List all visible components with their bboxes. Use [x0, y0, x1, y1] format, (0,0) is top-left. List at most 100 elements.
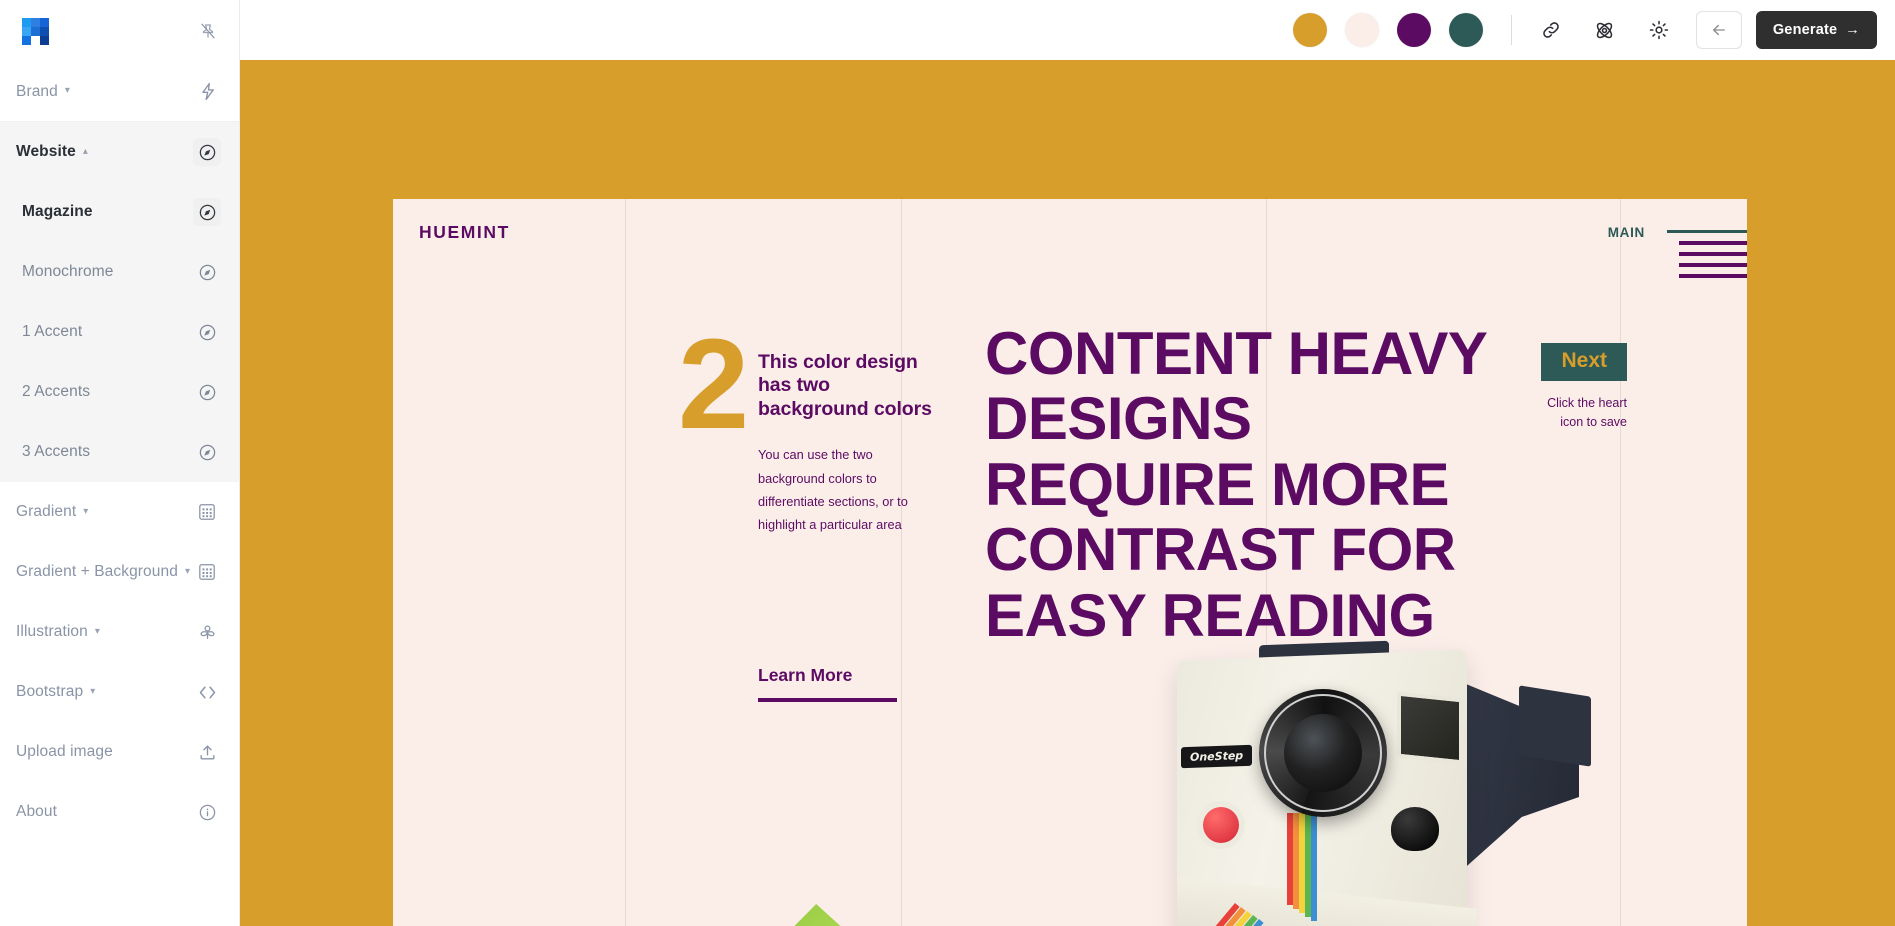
column-line [625, 199, 626, 926]
sidebar-item-gradient[interactable]: Gradient ▾ [0, 482, 239, 542]
gradient-grid-icon [193, 558, 221, 586]
swatch-teal[interactable] [1448, 13, 1483, 47]
huemint-logo[interactable] [20, 14, 54, 48]
chevron-down-icon: ▾ [94, 625, 100, 637]
chevron-down-icon: ▾ [90, 685, 96, 697]
back-button[interactable] [1695, 11, 1742, 49]
compass-icon [193, 438, 221, 466]
sidebar-item-website[interactable]: Website ▴ [0, 122, 239, 182]
flower-icon [193, 618, 221, 646]
sidebar-group-website: Website ▴ Magazine Monochrome 1 Accent 2… [0, 122, 239, 482]
lightning-bolt-icon [195, 79, 221, 105]
huemint-app: Brand ▾ Website ▴ Magazine Monochrome 1 … [0, 0, 1895, 926]
chevron-down-icon: ▾ [83, 505, 89, 517]
toolbar: Generate → [240, 0, 1895, 60]
sidebar-item-upload-image[interactable]: Upload image [0, 722, 239, 782]
preview-learn-more-label: Learn More [758, 665, 853, 685]
compass-icon [193, 318, 221, 346]
sidebar-item-label: 1 Accent [22, 323, 83, 340]
chevron-down-icon: ▾ [64, 85, 70, 96]
teal-rule [1667, 230, 1747, 233]
code-brackets-icon [193, 678, 221, 706]
chevron-up-icon: ▴ [82, 145, 88, 157]
compass-icon [193, 258, 221, 286]
link-icon[interactable] [1538, 17, 1564, 43]
column-line [901, 199, 902, 926]
generate-button[interactable]: Generate → [1755, 11, 1877, 49]
rule-line [1679, 274, 1747, 278]
sidebar-item-about[interactable]: About [0, 782, 239, 842]
preview-next-button[interactable]: Next [1541, 343, 1627, 381]
camera-shutter-button [1203, 807, 1239, 843]
sidebar-header [0, 0, 239, 62]
preview-canvas: HUEMINT MAIN 2 This color design has two… [240, 60, 1895, 926]
design-preview[interactable]: HUEMINT MAIN 2 This color design has two… [393, 199, 1747, 926]
sidebar-item-label: Gradient + Background [16, 563, 178, 580]
sidebar: Brand ▾ Website ▴ Magazine Monochrome 1 … [0, 0, 240, 926]
camera-knob [1391, 807, 1439, 851]
compass-icon [193, 198, 221, 226]
camera-viewfinder [1397, 691, 1463, 765]
rule-line [1679, 263, 1747, 267]
preview-save-hint-line1: Click the heart [1547, 396, 1627, 410]
sidebar-item-monochrome[interactable]: Monochrome [0, 242, 239, 302]
gear-icon[interactable] [1646, 17, 1672, 43]
sidebar-item-label: 2 Accents [22, 383, 91, 400]
sidebar-item-label: Bootstrap [16, 683, 84, 700]
sidebar-item-label: Brand [16, 82, 58, 100]
sidebar-item-bootstrap[interactable]: Bootstrap ▾ [0, 662, 239, 722]
arrow-left-icon [1712, 24, 1725, 36]
sidebar-item-gradient-background[interactable]: Gradient + Background ▾ [0, 542, 239, 602]
camera-model-label: OneStep [1181, 744, 1253, 769]
arrow-right-icon: → [1845, 22, 1860, 38]
preview-next-block: Next Click the heart icon to save [1541, 343, 1627, 432]
chevron-down-icon: ▾ [184, 565, 190, 577]
preview-headline: CONTENT HEAVY DESIGNS REQUIRE MORE CONTR… [985, 320, 1487, 649]
preview-blurb-title: This color design has two background col… [758, 351, 932, 420]
upload-icon [193, 738, 221, 766]
info-circle-icon [193, 798, 221, 826]
compass-icon [193, 138, 221, 166]
rule-line [1679, 241, 1747, 245]
swatch-cream[interactable] [1344, 13, 1379, 47]
palette-swatches [1292, 13, 1483, 47]
compass-icon [193, 378, 221, 406]
polaroid-camera-illustration: OneStep [1119, 607, 1591, 926]
sidebar-item-label: Illustration [16, 623, 88, 640]
camera-lens-glass [1284, 714, 1362, 792]
preview-big-number: 2 [678, 313, 750, 456]
purple-rules [1679, 241, 1747, 285]
sidebar-item-1-accent[interactable]: 1 Accent [0, 302, 239, 362]
sidebar-item-label: 3 Accents [22, 443, 91, 460]
preview-brand-wordmark: HUEMINT [419, 222, 510, 242]
sidebar-item-magazine[interactable]: Magazine [0, 182, 239, 242]
generate-button-label: Generate [1772, 22, 1838, 38]
preview-save-hint-line2: icon to save [1560, 414, 1627, 429]
sidebar-item-label: Upload image [16, 743, 113, 760]
swatch-gold[interactable] [1292, 13, 1327, 47]
toolbar-divider [1510, 15, 1512, 45]
sidebar-item-label: About [16, 803, 58, 820]
toolbar-icons [1538, 17, 1672, 43]
sidebar-item-label: Gradient [16, 503, 77, 520]
sidebar-secondary-list: Gradient ▾ Gradient + Background ▾ Illus… [0, 482, 239, 842]
sidebar-item-label: Website [16, 143, 76, 160]
sidebar-item-label: Magazine [22, 203, 93, 220]
sidebar-item-illustration[interactable]: Illustration ▾ [0, 602, 239, 662]
swatch-purple[interactable] [1396, 13, 1431, 47]
camera-flash-bar [1519, 685, 1591, 767]
camera-lens [1259, 689, 1387, 817]
main-area: Generate → HUEMINT MAIN 2 This color des… [240, 0, 1895, 926]
preview-main-label: MAIN [1607, 225, 1645, 240]
preview-learn-more-link[interactable]: Learn More [758, 665, 898, 702]
camera-rainbow-stripe [1159, 813, 1407, 926]
sidebar-item-brand[interactable]: Brand ▾ [0, 62, 239, 122]
column-line [1620, 199, 1621, 926]
unpin-sidebar-icon[interactable] [195, 18, 221, 44]
rule-line [1679, 252, 1747, 256]
sidebar-item-label: Monochrome [22, 263, 114, 280]
sidebar-item-2-accents[interactable]: 2 Accents [0, 362, 239, 422]
atom-icon[interactable] [1592, 17, 1618, 43]
underline-rule [758, 698, 897, 702]
sidebar-item-3-accents[interactable]: 3 Accents [0, 422, 239, 482]
